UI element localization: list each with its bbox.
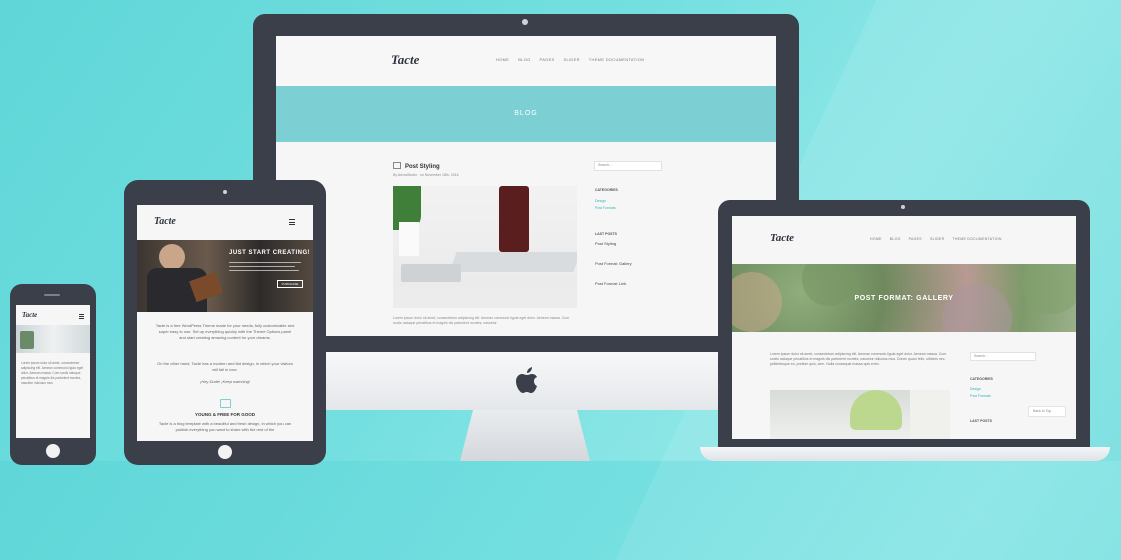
tablet-logo[interactable]: Tacte	[154, 216, 176, 227]
desktop-hero-title: BLOG	[514, 110, 538, 117]
desktop-nav: HOME BLOG PAGES SLIDER THEME DOCUMENTATI…	[496, 57, 644, 62]
nav-blog[interactable]: BLOG	[518, 57, 530, 62]
laptop-screen: Tacte HOME BLOG PAGES SLIDER THEME DOCUM…	[732, 216, 1076, 439]
desktop-search-input[interactable]: Search...	[594, 161, 662, 171]
tablet-intro: Tacte is a free WordPress Theme made for…	[155, 323, 295, 340]
tablet-screen: Tacte JUST START CREATING! PURCHASE Tact…	[137, 205, 313, 441]
nav-theme-docs[interactable]: THEME DOCUMENTATION	[589, 57, 645, 62]
laptop-hero-title: POST FORMAT: GALLERY	[854, 295, 954, 302]
succulent-shape	[1022, 264, 1076, 314]
laptop-category-design[interactable]: Design	[970, 386, 981, 392]
desktop-post-image[interactable]	[393, 186, 577, 308]
desktop-last-post-2[interactable]: Post Format: Gallery	[595, 261, 632, 267]
post-format-icon	[393, 162, 401, 169]
succulent-shape	[942, 284, 1012, 332]
laptop-hero: POST FORMAT: GALLERY	[732, 264, 1076, 332]
desktop-last-post-3[interactable]: Post Format: Link	[595, 281, 626, 287]
phone-speaker	[44, 294, 60, 296]
phone-home-button[interactable]	[46, 444, 60, 458]
nav-home[interactable]: HOME	[870, 237, 882, 241]
desktop-category-design[interactable]: Design	[595, 198, 606, 204]
nav-pages[interactable]: PAGES	[540, 57, 555, 62]
desktop-post-meta: By ArrowStudio · on November 18th, 2016	[393, 173, 459, 177]
succulent-shape	[732, 272, 782, 332]
laptop-post-image[interactable]	[770, 390, 950, 439]
desktop-last-posts-title: LAST POSTS	[595, 232, 617, 236]
phone-text: Lorem ipsum dolor sit amet, consectetuer…	[21, 361, 84, 385]
hamburger-icon[interactable]	[289, 219, 295, 225]
hero-text-line	[229, 266, 295, 267]
laptop-excerpt: Lorem ipsum dolor sit amet, consectetuer…	[770, 352, 947, 366]
phone-hero	[16, 325, 90, 353]
laptop-shape	[449, 252, 577, 272]
desk-item-shape	[401, 264, 461, 282]
plant-pot	[399, 222, 419, 256]
tablet-intro-2: On the other hand, Tacte has a modern an…	[157, 361, 293, 372]
tablet-home-button[interactable]	[218, 445, 232, 459]
hero-text-line	[229, 270, 299, 271]
desktop-search-placeholder: Search...	[598, 163, 613, 167]
tablet-tagline: ¡Hey Dude! ¡Keep watching!	[199, 379, 251, 384]
desktop-post-title[interactable]: Post Styling	[393, 162, 440, 170]
white-object-shape	[910, 390, 950, 439]
desktop-post-excerpt: Lorem ipsum dolor sit amet, consectetuer…	[393, 316, 570, 325]
hero-text-line	[229, 262, 301, 263]
back-to-top-button[interactable]: Back to Top	[1028, 406, 1066, 417]
desktop-screen: Tacte HOME BLOG PAGES SLIDER THEME DOCUM…	[276, 36, 776, 336]
phone-logo[interactable]: Tacte	[22, 311, 37, 319]
laptop-search-input[interactable]: Search...	[970, 352, 1036, 361]
tablet-hero: JUST START CREATING! PURCHASE	[137, 240, 313, 312]
tablet-section-icon	[220, 399, 231, 408]
phone-menu-icon[interactable]	[79, 314, 84, 319]
desk-surface	[393, 286, 577, 308]
desktop-last-post-1[interactable]: Post Styling	[595, 241, 616, 247]
person-head-shape	[159, 244, 185, 270]
back-to-top-label: Back to Top	[1033, 408, 1052, 413]
laptop-category-post-formats[interactable]: Post Formats	[970, 393, 991, 399]
phone-hero-plant	[20, 331, 34, 349]
desktop-hero: BLOG	[276, 86, 776, 142]
post-title-text: Post Styling	[405, 164, 440, 170]
tablet-section-text: Tacte is a blog template with a beautifu…	[158, 421, 292, 432]
tablet-hero-button[interactable]: PURCHASE	[277, 280, 303, 288]
laptop-search-placeholder: Search...	[974, 353, 989, 358]
green-jar-shape	[850, 390, 902, 430]
laptop-last-posts-title: LAST POSTS	[970, 419, 992, 423]
phone-screen: Tacte Lorem ipsum dolor sit amet, consec…	[16, 305, 90, 438]
laptop-camera	[901, 205, 905, 209]
desktop-stand	[460, 410, 590, 461]
nav-slider[interactable]: SLIDER	[930, 237, 944, 241]
tablet-section-title: YOUNG & FREE FOR GOOD	[194, 412, 255, 417]
desktop-camera	[522, 19, 528, 25]
apple-logo-icon	[514, 365, 540, 395]
laptop-logo[interactable]: Tacte	[770, 232, 794, 244]
laptop-base	[700, 447, 1110, 461]
desktop-category-post-formats[interactable]: Post Formats	[595, 205, 616, 211]
nav-blog[interactable]: BLOG	[890, 237, 901, 241]
nav-theme-docs[interactable]: THEME DOCUMENTATION	[952, 237, 1001, 241]
bag-shape	[499, 186, 529, 252]
desktop-categories-title: CATEGORIES	[595, 188, 618, 192]
nav-slider[interactable]: SLIDER	[564, 57, 580, 62]
desktop-logo[interactable]: Tacte	[391, 52, 419, 68]
tablet-camera	[223, 190, 227, 194]
tablet-hero-title: JUST START CREATING!	[229, 250, 311, 256]
laptop-categories-title: CATEGORIES	[970, 377, 993, 381]
nav-pages[interactable]: PAGES	[909, 237, 922, 241]
laptop-nav: HOME BLOG PAGES SLIDER THEME DOCUMENTATI…	[870, 237, 1002, 241]
nav-home[interactable]: HOME	[496, 57, 509, 62]
